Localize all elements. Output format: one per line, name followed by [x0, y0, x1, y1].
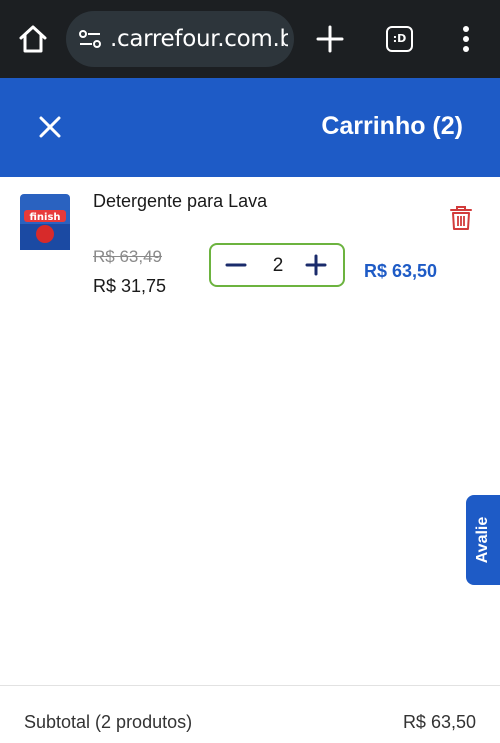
- overflow-menu-icon[interactable]: [456, 24, 476, 54]
- url-text[interactable]: .carrefour.com.br: [110, 26, 288, 52]
- unit-price: R$ 31,75: [93, 276, 167, 296]
- feedback-tab[interactable]: Avalie: [466, 495, 500, 585]
- cart-title: Carrinho (2): [321, 112, 463, 140]
- subtotal-label: Subtotal (2 produtos): [24, 712, 193, 732]
- new-tab-plus-icon[interactable]: [315, 24, 345, 54]
- plus-icon[interactable]: [305, 254, 327, 276]
- quantity-value[interactable]: 2: [263, 255, 293, 277]
- minus-icon[interactable]: [225, 254, 247, 276]
- address-bar[interactable]: .carrefour.com.br: [66, 11, 294, 67]
- subtotal-value: R$ 63,50: [402, 712, 476, 732]
- trash-icon[interactable]: [449, 205, 473, 231]
- home-icon[interactable]: [16, 22, 50, 56]
- product-name[interactable]: Detergente para Lava: [93, 191, 267, 212]
- browser-toolbar: .carrefour.com.br :D: [0, 0, 500, 78]
- original-price: R$ 63,49: [93, 247, 162, 266]
- quantity-stepper: 2: [209, 243, 345, 287]
- cart-footer: Subtotal (2 produtos) R$ 63,50: [0, 685, 500, 743]
- close-icon[interactable]: [36, 113, 64, 141]
- site-settings-icon[interactable]: [78, 28, 102, 50]
- product-image[interactable]: finish: [18, 192, 72, 252]
- cart-header: Carrinho (2): [0, 78, 500, 177]
- feedback-tab-label: Avalie: [474, 516, 491, 564]
- line-total-price: R$ 63,50: [364, 261, 438, 281]
- tab-switcher-button[interactable]: :D: [386, 26, 413, 52]
- product-brand-logo: finish: [29, 212, 60, 223]
